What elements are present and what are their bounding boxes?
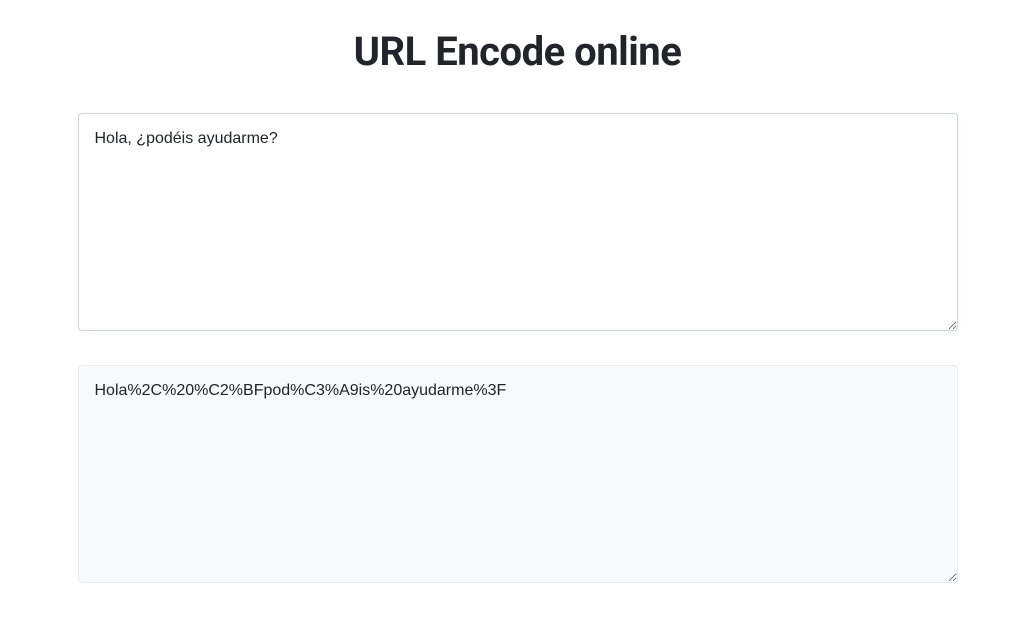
output-textarea[interactable]	[78, 365, 958, 583]
input-textarea[interactable]	[78, 113, 958, 331]
page-title: URL Encode online	[78, 28, 958, 75]
